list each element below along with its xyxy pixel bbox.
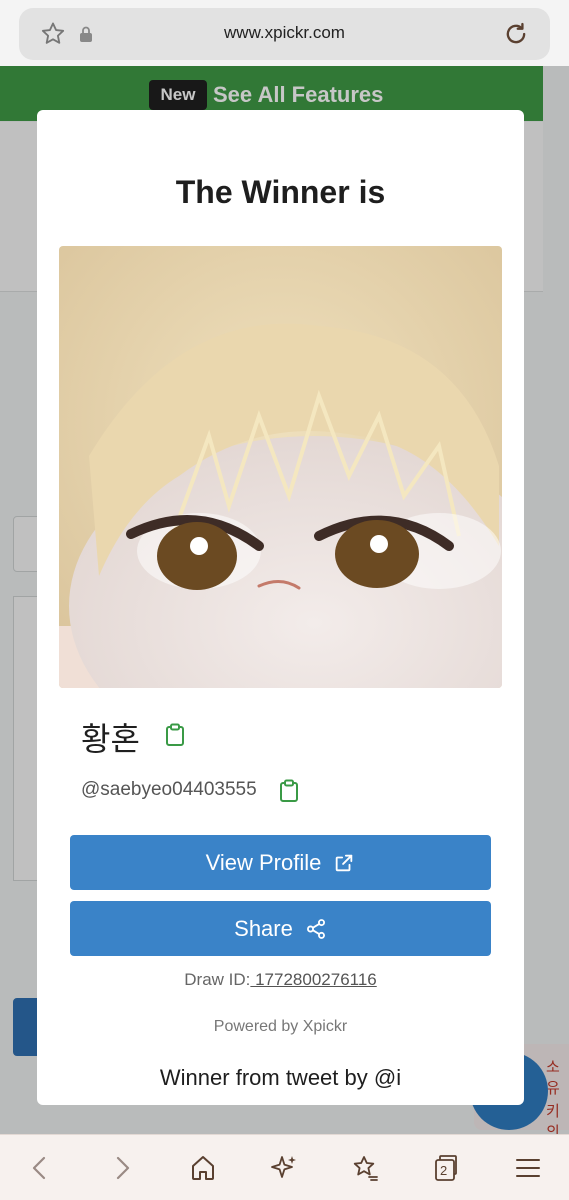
tab-count: 2 (440, 1163, 448, 1178)
back-icon[interactable] (25, 1153, 55, 1183)
share-icon (306, 918, 325, 939)
sparkle-icon[interactable] (269, 1153, 299, 1183)
tabs-icon[interactable]: 2 (431, 1153, 461, 1183)
clipboard-icon[interactable] (278, 779, 300, 803)
home-icon[interactable] (188, 1153, 218, 1183)
draw-id-label: Draw ID: (184, 970, 251, 989)
winner-handle: @saebyeo04403555 (81, 779, 257, 800)
powered-by: Powered by Xpickr (213, 1018, 348, 1035)
reload-icon[interactable] (502, 20, 530, 48)
browser-bottom-bar: 2 (0, 1134, 569, 1200)
external-link-icon (336, 854, 353, 871)
menu-icon[interactable] (513, 1153, 543, 1183)
bookmarks-icon[interactable] (350, 1153, 380, 1183)
winner-name: 황혼 (81, 721, 140, 757)
winner-tweet-by: Winner from tweet by @i (159, 1065, 402, 1090)
url-text[interactable]: www.xpickr.com (19, 23, 550, 43)
share-label: Share (234, 915, 293, 941)
share-button[interactable]: Share (70, 901, 491, 956)
winner-profile-image (59, 246, 502, 688)
forward-icon[interactable] (107, 1153, 137, 1183)
view-profile-label: View Profile (205, 849, 322, 875)
clipboard-icon[interactable] (164, 723, 186, 747)
winner-modal: The Winner is 황혼 @saebyeo04403555 View P… (37, 110, 524, 1105)
draw-id-link[interactable]: 1772800276116 (250, 970, 377, 989)
draw-id: Draw ID: 1772800276116 (37, 970, 524, 990)
address-bar[interactable]: www.xpickr.com (19, 8, 550, 60)
view-profile-button[interactable]: View Profile (70, 835, 491, 890)
browser-top-bar: www.xpickr.com (0, 0, 569, 66)
modal-title: The Winner is (175, 174, 386, 210)
